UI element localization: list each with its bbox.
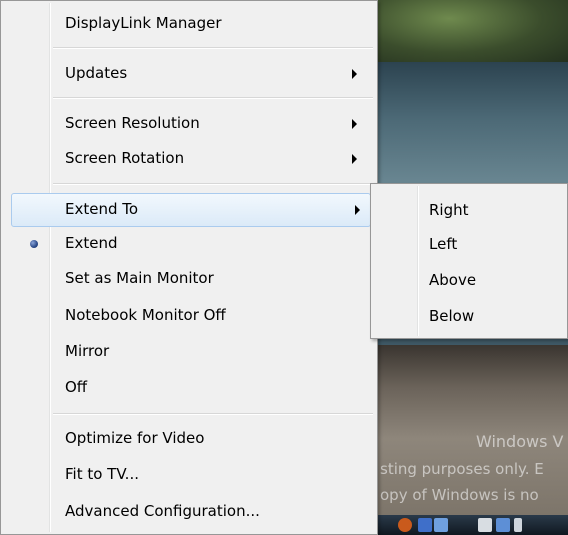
- menu-item-screen-resolution[interactable]: Screen Resolution: [3, 107, 375, 141]
- menu-item-notebook-monitor-off[interactable]: Notebook Monitor Off: [3, 299, 375, 333]
- submenu-arrow-icon: [352, 119, 357, 129]
- menu-item-label: Set as Main Monitor: [65, 269, 214, 287]
- submenu-item-right[interactable]: Right: [373, 193, 565, 227]
- watermark-line-3: opy of Windows is no: [380, 486, 539, 504]
- radio-selected-icon: [30, 240, 38, 248]
- submenu-arrow-icon: [355, 205, 360, 215]
- submenu-item-below[interactable]: Below: [373, 299, 565, 333]
- submenu-arrow-icon: [352, 69, 357, 79]
- submenu-arrow-icon: [352, 154, 357, 164]
- menu-separator: [53, 47, 373, 49]
- menu-item-label: Optimize for Video: [65, 429, 205, 447]
- menu-item-fit-to-tv[interactable]: Fit to TV...: [3, 458, 375, 492]
- menu-item-label: Off: [65, 378, 88, 396]
- menu-item-optimize-for-video[interactable]: Optimize for Video: [3, 422, 375, 456]
- submenu-item-above[interactable]: Above: [373, 263, 565, 297]
- displaylink-context-menu: DisplayLink Manager Updates Screen Resol…: [0, 0, 378, 535]
- menu-item-screen-rotation[interactable]: Screen Rotation: [3, 142, 375, 176]
- menu-item-updates[interactable]: Updates: [3, 57, 375, 91]
- menu-item-off[interactable]: Off: [3, 371, 375, 405]
- menu-item-extend-to[interactable]: Extend To: [11, 193, 371, 227]
- menu-item-label: Extend: [65, 234, 118, 252]
- menu-item-label: Screen Resolution: [65, 114, 200, 132]
- menu-item-label: Mirror: [65, 342, 110, 360]
- menu-item-label: Fit to TV...: [65, 465, 139, 483]
- menu-item-extend[interactable]: Extend: [3, 227, 375, 261]
- taskbar: [370, 515, 568, 535]
- submenu-item-label: Left: [429, 235, 458, 253]
- menu-item-label: Notebook Monitor Off: [65, 306, 226, 324]
- extend-to-submenu: Right Left Above Below: [370, 183, 568, 339]
- menu-item-displaylink-manager[interactable]: DisplayLink Manager: [3, 7, 375, 41]
- tray-document-icon[interactable]: [478, 518, 492, 532]
- menu-item-label: Screen Rotation: [65, 149, 185, 167]
- submenu-item-left[interactable]: Left: [373, 227, 565, 261]
- menu-separator: [53, 413, 373, 415]
- watermark-line-2: sting purposes only. E: [380, 460, 544, 478]
- tray-shield-icon[interactable]: [398, 518, 412, 532]
- submenu-item-label: Below: [429, 307, 475, 325]
- menu-separator: [53, 97, 373, 99]
- menu-item-mirror[interactable]: Mirror: [3, 335, 375, 369]
- watermark-line-1: Windows V: [476, 432, 564, 451]
- wallpaper-grass: [370, 0, 568, 62]
- menu-separator: [53, 183, 373, 185]
- menu-item-label: DisplayLink Manager: [65, 14, 222, 32]
- menu-item-advanced-configuration[interactable]: Advanced Configuration...: [3, 495, 375, 529]
- menu-item-label: Updates: [65, 64, 128, 82]
- submenu-item-label: Above: [429, 271, 477, 289]
- menu-item-label: Advanced Configuration...: [65, 502, 260, 520]
- tray-displaylink-icon[interactable]: [434, 518, 448, 532]
- menu-item-set-as-main-monitor[interactable]: Set as Main Monitor: [3, 262, 375, 296]
- tray-monitor-icon[interactable]: [496, 518, 510, 532]
- submenu-item-label: Right: [429, 201, 469, 219]
- tray-network-icon[interactable]: [418, 518, 432, 532]
- menu-item-label: Extend To: [65, 200, 139, 218]
- tray-volume-icon[interactable]: [514, 518, 522, 532]
